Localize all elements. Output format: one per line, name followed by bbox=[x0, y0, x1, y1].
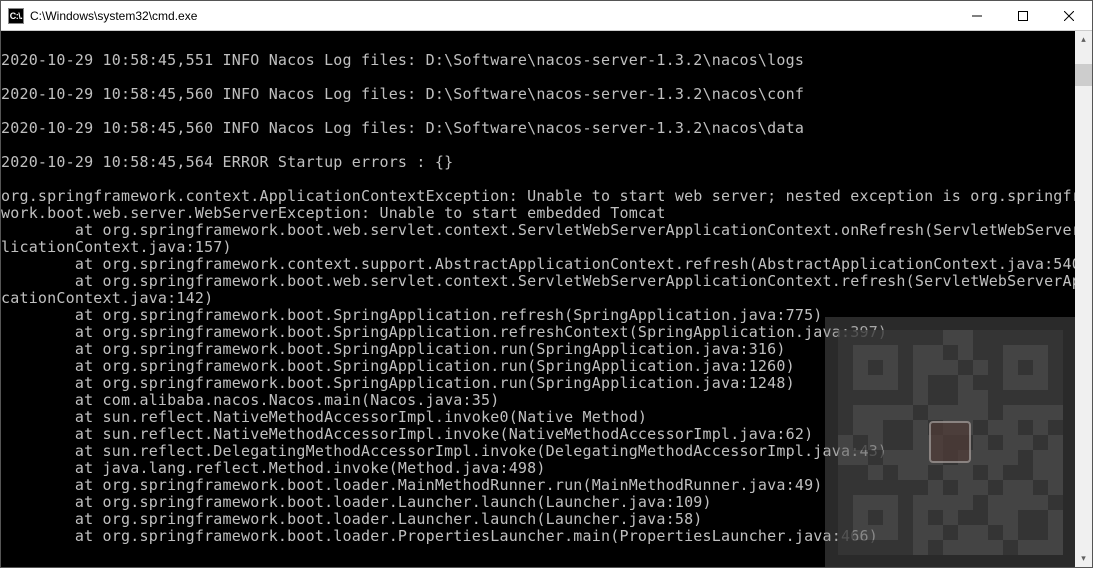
scrollbar-up-button[interactable]: ▴ bbox=[1075, 31, 1092, 48]
content-area: 2020-10-29 10:58:45,551 INFO Nacos Log f… bbox=[1, 31, 1092, 567]
minimize-button[interactable] bbox=[954, 1, 1000, 30]
terminal-output[interactable]: 2020-10-29 10:58:45,551 INFO Nacos Log f… bbox=[1, 31, 1075, 567]
cmd-window: C:\. C:\Windows\system32\cmd.exe 2020-10… bbox=[0, 0, 1093, 568]
cmd-icon: C:\. bbox=[8, 8, 24, 24]
scrollbar-thumb[interactable] bbox=[1075, 64, 1092, 86]
window-controls bbox=[954, 1, 1092, 30]
vertical-scrollbar[interactable]: ▴ ▾ bbox=[1075, 31, 1092, 567]
maximize-button[interactable] bbox=[1000, 1, 1046, 30]
titlebar[interactable]: C:\. C:\Windows\system32\cmd.exe bbox=[1, 1, 1092, 31]
scrollbar-down-button[interactable]: ▾ bbox=[1075, 550, 1092, 567]
close-button[interactable] bbox=[1046, 1, 1092, 30]
window-title: C:\Windows\system32\cmd.exe bbox=[30, 9, 954, 23]
